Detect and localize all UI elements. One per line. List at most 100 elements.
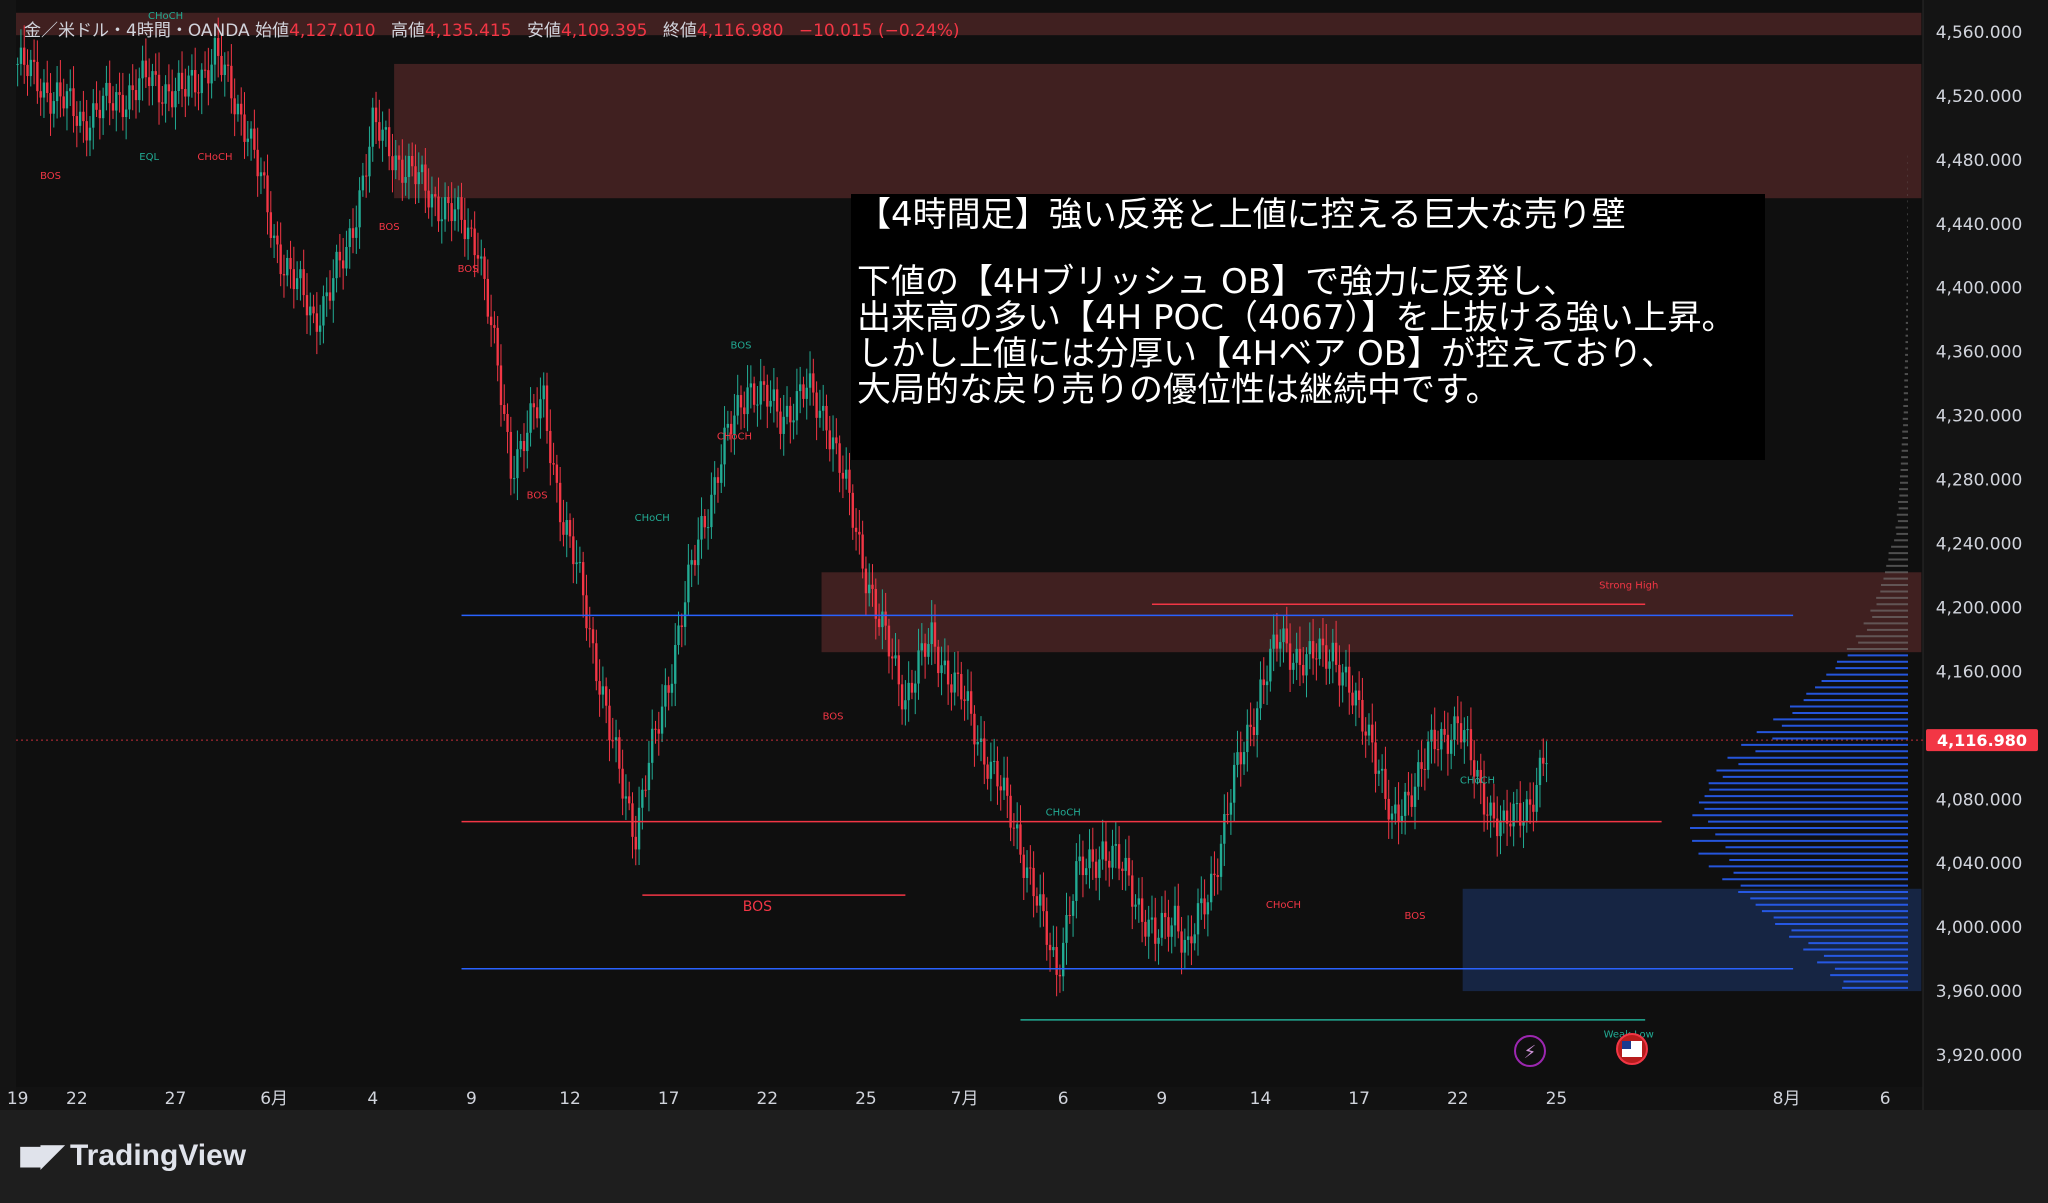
candle-body xyxy=(1075,861,1078,901)
candle-body xyxy=(1183,939,1187,953)
candle-body xyxy=(1394,804,1397,814)
candle-body xyxy=(42,82,46,98)
candle-body xyxy=(457,197,460,210)
candle-body xyxy=(387,127,391,157)
candle-body xyxy=(752,383,756,405)
candle-body xyxy=(249,128,253,139)
candle-body xyxy=(276,235,279,245)
candle-body xyxy=(328,292,332,301)
time-axis-tick: 7月 xyxy=(951,1089,979,1109)
candle-body xyxy=(683,602,687,627)
candle-body xyxy=(447,197,450,204)
candle-body xyxy=(703,516,707,528)
price-axis-tick: 4,320.000 xyxy=(1936,407,2023,427)
candle-body xyxy=(434,194,437,197)
candle-body xyxy=(1256,708,1259,736)
us-flag-icon-canton xyxy=(1622,1041,1631,1049)
candle-body xyxy=(677,625,680,646)
chart-area[interactable]: 4,116.980 BOS Strong High Weak Low CHoCH CHoC… xyxy=(0,0,2048,1203)
candle-body xyxy=(1002,777,1006,791)
price-chart[interactable]: 4,116.980BOSStrong HighWeak LowCHoCHCHoC… xyxy=(0,0,2048,1110)
candle-body xyxy=(535,407,539,419)
candle-body xyxy=(124,109,128,118)
candle-body xyxy=(1545,763,1548,765)
candle-body xyxy=(1081,856,1085,876)
candle-body xyxy=(1121,868,1124,871)
candle-body xyxy=(226,64,230,66)
time-axis-tick: 9 xyxy=(1156,1089,1167,1109)
time-axis-tick: 6 xyxy=(1058,1089,1069,1109)
candle-body xyxy=(437,196,440,222)
candle-body xyxy=(240,103,243,115)
candle-body xyxy=(1502,810,1505,821)
candle-body xyxy=(190,70,194,76)
candle-body xyxy=(1144,921,1147,937)
candle-body xyxy=(516,449,519,479)
annotation-body: 下値の【4Hブリッシュ OB】で強力に反発し、 出来高の多い【4H POC（40… xyxy=(857,262,1736,410)
candle-body xyxy=(1045,911,1048,945)
tradingview-logo[interactable]: ◼◤ TradingView xyxy=(18,1138,246,1173)
candle-body xyxy=(1344,666,1348,673)
candle-body xyxy=(1325,645,1328,669)
symbol-name[interactable]: 金／米ドル・4時間・OANDA xyxy=(24,21,250,41)
candle-body xyxy=(167,84,171,92)
time-axis-tick: 4 xyxy=(367,1089,378,1109)
candle-body xyxy=(52,101,55,114)
candle-body xyxy=(1088,849,1091,869)
candle-body xyxy=(1328,661,1331,669)
candle-body xyxy=(424,164,427,191)
candle-body xyxy=(1091,849,1094,862)
candle-body xyxy=(1117,844,1121,869)
price-axis-tick: 4,400.000 xyxy=(1936,279,2023,299)
analysis-annotation[interactable]: 【4時間足】強い反発と上値に控える巨大な売り壁 下値の【4Hブリッシュ OB】で… xyxy=(851,194,1765,460)
candle-body xyxy=(664,685,667,707)
candle-body xyxy=(930,622,933,645)
candle-body xyxy=(466,227,470,240)
candle-body xyxy=(976,741,979,745)
candle-body xyxy=(23,47,26,65)
candle-body xyxy=(463,219,466,240)
candle-body xyxy=(532,403,536,408)
structure-label: BOS xyxy=(823,711,844,722)
candle-body xyxy=(1104,841,1108,861)
candle-body xyxy=(407,155,411,178)
candle-body xyxy=(210,64,213,84)
candle-body xyxy=(1101,841,1104,860)
candle-body xyxy=(174,90,177,108)
candle-body xyxy=(529,403,532,433)
candle-body xyxy=(371,107,374,147)
candle-body xyxy=(693,560,697,566)
candle-body xyxy=(78,111,82,126)
candle-body xyxy=(1180,931,1183,953)
candle-body xyxy=(647,762,651,791)
candle-body xyxy=(1032,867,1035,897)
time-axis-tick: 17 xyxy=(658,1089,680,1109)
footer-bar xyxy=(0,1110,2048,1203)
candle-body xyxy=(138,78,141,101)
candle-body xyxy=(147,77,151,87)
candle-body xyxy=(989,761,993,779)
candle-body xyxy=(506,413,509,432)
candle-body xyxy=(1150,917,1154,920)
candle-body xyxy=(315,313,319,332)
candle-body xyxy=(1055,947,1058,975)
time-axis-tick: 22 xyxy=(66,1089,88,1109)
candle-body xyxy=(822,405,825,411)
candle-body xyxy=(417,172,420,185)
candle-body xyxy=(542,385,545,400)
candle-body xyxy=(828,430,831,450)
candle-body xyxy=(1453,716,1456,740)
candle-body xyxy=(480,256,483,259)
candle-body xyxy=(351,228,355,238)
candle-body xyxy=(1094,861,1098,878)
candle-body xyxy=(720,464,723,483)
candle-body xyxy=(325,292,328,297)
candle-body xyxy=(854,527,858,532)
candle-body xyxy=(838,443,841,473)
candle-body xyxy=(95,103,98,110)
candle-body xyxy=(1259,679,1262,709)
candle-body xyxy=(292,269,296,290)
candle-body xyxy=(999,786,1002,791)
candle-body xyxy=(384,127,388,130)
candle-body xyxy=(1134,904,1137,907)
